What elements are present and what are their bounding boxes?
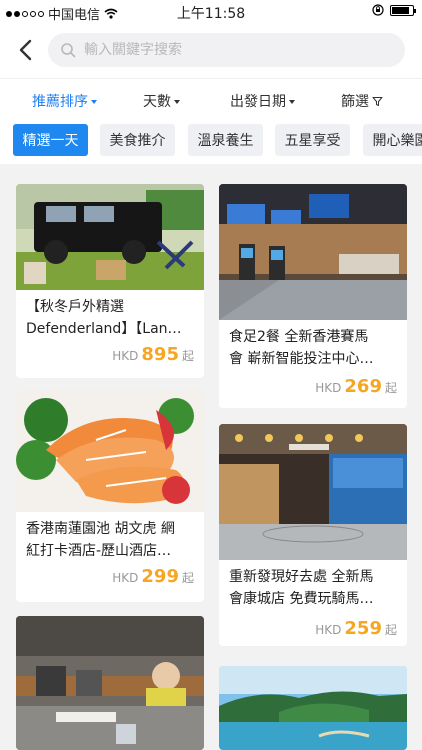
product-title-line: Defenderland】【Lan… — [26, 321, 182, 337]
product-card[interactable] — [16, 616, 204, 750]
product-image — [16, 184, 204, 290]
product-image — [16, 616, 204, 750]
price-amount: 895 — [141, 344, 179, 365]
chip-food[interactable]: 美食推介 — [100, 124, 175, 156]
product-card[interactable] — [219, 666, 407, 750]
price-currency: HKD — [112, 349, 139, 363]
product-title-line: 【秋冬戶外精選 — [26, 299, 124, 315]
product-image — [219, 424, 407, 560]
price-suffix: 起 — [181, 349, 194, 363]
filter-label: 出發日期 — [230, 94, 286, 110]
filter-label: 天數 — [143, 94, 171, 110]
filter-label: 推薦排序 — [32, 94, 88, 110]
back-arrow-icon[interactable] — [14, 36, 38, 64]
price-suffix: 起 — [384, 381, 397, 395]
product-price: HKD 299 起 — [112, 566, 194, 587]
filter-funnel-icon — [372, 96, 383, 106]
chip-five-star[interactable]: 五星享受 — [275, 124, 350, 156]
product-title: 食足2餐 全新香港賽馬 會 嶄新智能投注中心… — [219, 320, 407, 370]
product-title-line: 香港南蓮園池 胡文虎 網 — [26, 521, 175, 537]
caret-down-icon — [289, 99, 295, 104]
price-amount: 299 — [141, 566, 179, 587]
product-title-line: 會康城店 免費玩騎馬… — [229, 591, 374, 607]
product-card[interactable]: 重新發現好去處 全新馬 會康城店 免費玩騎馬… HKD 259 起 — [219, 424, 407, 646]
product-title: 香港南蓮園池 胡文虎 網 紅打卡酒店-歷山酒店… — [16, 512, 204, 562]
product-card[interactable]: 【秋冬戶外精選 Defenderland】【Lan… HKD 895 起 — [16, 184, 204, 378]
price-currency: HKD — [315, 381, 342, 395]
product-image — [219, 184, 407, 320]
search-input[interactable] — [84, 42, 384, 58]
top-nav — [0, 24, 422, 78]
product-image — [219, 666, 407, 750]
product-price: HKD 895 起 — [112, 344, 194, 365]
price-suffix: 起 — [384, 623, 397, 637]
price-suffix: 起 — [181, 571, 194, 585]
product-price: HKD 259 起 — [315, 618, 397, 639]
product-title: 【秋冬戶外精選 Defenderland】【Lan… — [16, 290, 204, 340]
caret-down-icon — [91, 99, 97, 104]
price-amount: 269 — [344, 376, 382, 397]
chip-hot-spring[interactable]: 溫泉養生 — [188, 124, 263, 156]
price-currency: HKD — [112, 571, 139, 585]
price-currency: HKD — [315, 623, 342, 637]
product-grid: 【秋冬戶外精選 Defenderland】【Lan… HKD 895 起 食足2… — [0, 170, 422, 750]
battery-icon — [390, 4, 416, 16]
price-amount: 259 — [344, 618, 382, 639]
status-right — [372, 4, 416, 16]
sort-recommended-filter[interactable]: 推薦排序 — [32, 91, 97, 111]
screen-filter[interactable]: 篩選 — [341, 91, 383, 111]
product-title-line: 重新發現好去處 全新馬 — [229, 569, 374, 585]
product-title-line: 會 嶄新智能投注中心… — [229, 351, 374, 367]
product-title-line: 紅打卡酒店-歷山酒店… — [26, 543, 172, 559]
days-filter[interactable]: 天數 — [143, 91, 180, 111]
clock: 上午11:58 — [176, 6, 246, 22]
chip-featured-day[interactable]: 精選一天 — [13, 124, 88, 156]
departure-date-filter[interactable]: 出發日期 — [230, 91, 295, 111]
search-bar[interactable] — [48, 33, 405, 67]
product-card[interactable]: 食足2餐 全新香港賽馬 會 嶄新智能投注中心… HKD 269 起 — [219, 184, 407, 408]
product-card[interactable]: 香港南蓮園池 胡文虎 網 紅打卡酒店-歷山酒店… HKD 299 起 — [16, 390, 204, 602]
product-image — [16, 390, 204, 512]
product-title-line: 食足2餐 全新香港賽馬 — [229, 329, 369, 345]
filter-label: 篩選 — [341, 94, 369, 110]
product-price: HKD 269 起 — [315, 376, 397, 397]
search-icon — [61, 43, 76, 58]
caret-down-icon — [174, 99, 180, 104]
orientation-lock-icon — [372, 4, 384, 16]
chip-theme-park[interactable]: 開心樂園 — [363, 124, 422, 156]
category-chips: 精選一天 美食推介 溫泉養生 五星享受 開心樂園 — [0, 120, 422, 164]
product-title: 重新發現好去處 全新馬 會康城店 免費玩騎馬… — [219, 560, 407, 610]
filter-bar: 推薦排序 天數 出發日期 篩選 — [0, 78, 422, 120]
status-bar: 中国电信 上午11:58 — [0, 0, 422, 24]
